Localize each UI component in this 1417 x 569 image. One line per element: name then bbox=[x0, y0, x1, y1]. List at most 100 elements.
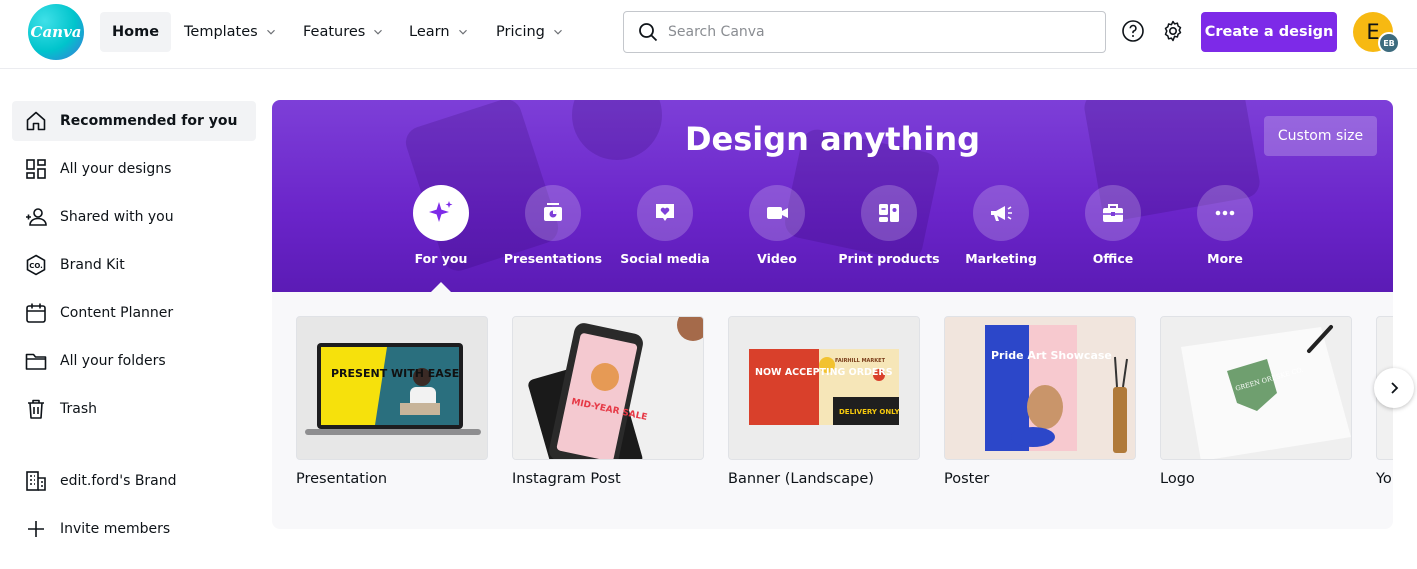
card-thumbnail: PRESENT WITH EASE bbox=[296, 316, 488, 460]
category-office[interactable]: Office bbox=[1057, 185, 1169, 266]
card-poster[interactable]: Pride Art Showcase Poster bbox=[944, 316, 1136, 487]
card-thumb-text-2: DELIVERY ONLY bbox=[839, 408, 901, 416]
category-presentations[interactable]: Presentations bbox=[497, 185, 609, 266]
settings-button[interactable] bbox=[1160, 18, 1186, 44]
invite-members-label: Invite members bbox=[60, 521, 171, 537]
category-label: Video bbox=[757, 251, 797, 266]
poster-image: Pride Art Showcase bbox=[945, 317, 1135, 459]
building-icon bbox=[26, 471, 46, 491]
briefcase-icon bbox=[1103, 204, 1123, 222]
search-box[interactable] bbox=[623, 11, 1106, 53]
category-label: Social media bbox=[620, 251, 710, 266]
sidebar-item-trash[interactable]: Trash bbox=[12, 389, 256, 429]
card-label: Logo bbox=[1160, 471, 1195, 487]
search-icon bbox=[639, 23, 658, 42]
category-label: More bbox=[1207, 251, 1243, 266]
custom-size-button[interactable]: Custom size bbox=[1264, 116, 1377, 156]
brand-kit-icon: CO. bbox=[26, 254, 46, 276]
nav-home[interactable]: Home bbox=[100, 12, 172, 52]
help-button[interactable] bbox=[1120, 18, 1146, 44]
card-label: Presentation bbox=[296, 471, 388, 487]
category-marketing[interactable]: Marketing bbox=[945, 185, 1057, 266]
gear-icon bbox=[1164, 20, 1182, 42]
chevron-down-icon bbox=[374, 29, 383, 35]
card-label: Banner (Landscape) bbox=[728, 471, 874, 487]
card-instagram-post[interactable]: MID-YEAR SALE Instagram Post bbox=[512, 316, 704, 487]
sidebar-item-label: Brand Kit bbox=[60, 257, 125, 273]
category-video[interactable]: Video bbox=[721, 185, 833, 266]
sidebar-item-brand[interactable]: edit.ford's Brand bbox=[12, 461, 256, 501]
plus-icon bbox=[28, 521, 44, 537]
category-print-products[interactable]: Print products bbox=[833, 185, 945, 266]
category-label: For you bbox=[414, 251, 468, 266]
category-label: Marketing bbox=[965, 251, 1037, 266]
card-logo[interactable]: GREEN ORESKE CO. Logo bbox=[1160, 316, 1352, 487]
sidebar-item-label: All your folders bbox=[60, 353, 166, 369]
logo-text: Canva bbox=[30, 23, 82, 41]
sidebar-item-label: Trash bbox=[60, 401, 97, 417]
card-label: Yo bbox=[1376, 471, 1392, 487]
sidebar-item-brand-kit[interactable]: CO. Brand Kit bbox=[12, 245, 256, 285]
card-banner-landscape[interactable]: NOW ACCEPTING ORDERS DELIVERY ONLY FAIRH… bbox=[728, 316, 920, 487]
sidebar-item-shared[interactable]: Shared with you bbox=[12, 197, 256, 237]
create-design-label: Create a design bbox=[1204, 24, 1334, 40]
nav-learn[interactable]: Learn bbox=[397, 12, 482, 52]
card-thumbnail: NOW ACCEPTING ORDERS DELIVERY ONLY FAIRH… bbox=[728, 316, 920, 460]
presentation-icon bbox=[544, 203, 562, 221]
category-label: Print products bbox=[838, 251, 940, 266]
card-thumbnail: MID-YEAR SALE bbox=[512, 316, 704, 460]
nav-features[interactable]: Features bbox=[291, 12, 397, 52]
nav-learn-label: Learn bbox=[409, 24, 450, 40]
phone-instagram-image: MID-YEAR SALE bbox=[513, 317, 703, 459]
nav-pricing-label: Pricing bbox=[496, 24, 545, 40]
laptop-presentation-image: PRESENT WITH EASE bbox=[297, 317, 487, 459]
custom-size-label: Custom size bbox=[1277, 128, 1364, 144]
chevron-right-icon bbox=[1391, 382, 1399, 394]
help-icon bbox=[1122, 20, 1144, 42]
canva-logo[interactable]: Canva bbox=[28, 4, 84, 60]
shared-users-icon bbox=[26, 208, 47, 226]
banner-title: Design anything bbox=[684, 120, 981, 158]
sidebar-item-recommended[interactable]: Recommended for you bbox=[12, 101, 256, 141]
create-design-button[interactable]: Create a design bbox=[1201, 12, 1337, 52]
category-more[interactable]: More bbox=[1169, 185, 1281, 266]
home-icon bbox=[26, 111, 46, 131]
folder-icon bbox=[25, 353, 47, 370]
design-anything-banner: Design anything Custom size For you Pres… bbox=[272, 100, 1393, 292]
calendar-icon bbox=[26, 303, 46, 323]
svg-text:CO.: CO. bbox=[29, 262, 43, 270]
sidebar-item-folders[interactable]: All your folders bbox=[12, 341, 256, 381]
invite-members-button[interactable]: Invite members bbox=[12, 509, 256, 549]
sidebar-item-label: Content Planner bbox=[60, 305, 174, 321]
grid-icon bbox=[26, 159, 46, 179]
video-camera-icon bbox=[767, 207, 788, 219]
card-thumb-text: PRESENT WITH EASE bbox=[331, 367, 459, 380]
nav-features-label: Features bbox=[303, 24, 366, 40]
sidebar-item-label: All your designs bbox=[60, 161, 172, 177]
category-label: Presentations bbox=[503, 251, 603, 266]
nav-pricing[interactable]: Pricing bbox=[484, 12, 577, 52]
trash-icon bbox=[28, 399, 44, 419]
nav-templates[interactable]: Templates bbox=[172, 12, 290, 52]
card-presentation[interactable]: PRESENT WITH EASE Presentation bbox=[296, 316, 488, 487]
sidebar-item-all-designs[interactable]: All your designs bbox=[12, 149, 256, 189]
megaphone-icon bbox=[991, 206, 1012, 221]
recommended-designs-panel: PRESENT WITH EASE Presentation MID-YEAR … bbox=[272, 292, 1393, 529]
sparkle-icon bbox=[429, 201, 453, 222]
carousel-next-button[interactable] bbox=[1374, 368, 1414, 408]
sidebar: Recommended for you All your designs Sha… bbox=[0, 70, 268, 569]
team-badge-label: EB bbox=[1383, 38, 1395, 48]
search-input[interactable] bbox=[668, 24, 1068, 40]
category-social-media[interactable]: Social media bbox=[609, 185, 721, 266]
card-thumb-text: Pride Art Showcase bbox=[991, 349, 1112, 362]
sidebar-item-content-planner[interactable]: Content Planner bbox=[12, 293, 256, 333]
card-label: Poster bbox=[944, 471, 990, 487]
team-badge: EB bbox=[1378, 32, 1400, 54]
heart-chat-icon bbox=[656, 204, 674, 221]
nav-home-label: Home bbox=[112, 24, 160, 40]
category-for-you[interactable]: For you bbox=[385, 185, 497, 266]
category-label: Office bbox=[1092, 251, 1134, 266]
card-thumb-text: NOW ACCEPTING ORDERS bbox=[755, 367, 893, 378]
card-thumb-text-3: FAIRHILL MARKET bbox=[835, 358, 886, 364]
chevron-down-icon bbox=[553, 29, 562, 35]
